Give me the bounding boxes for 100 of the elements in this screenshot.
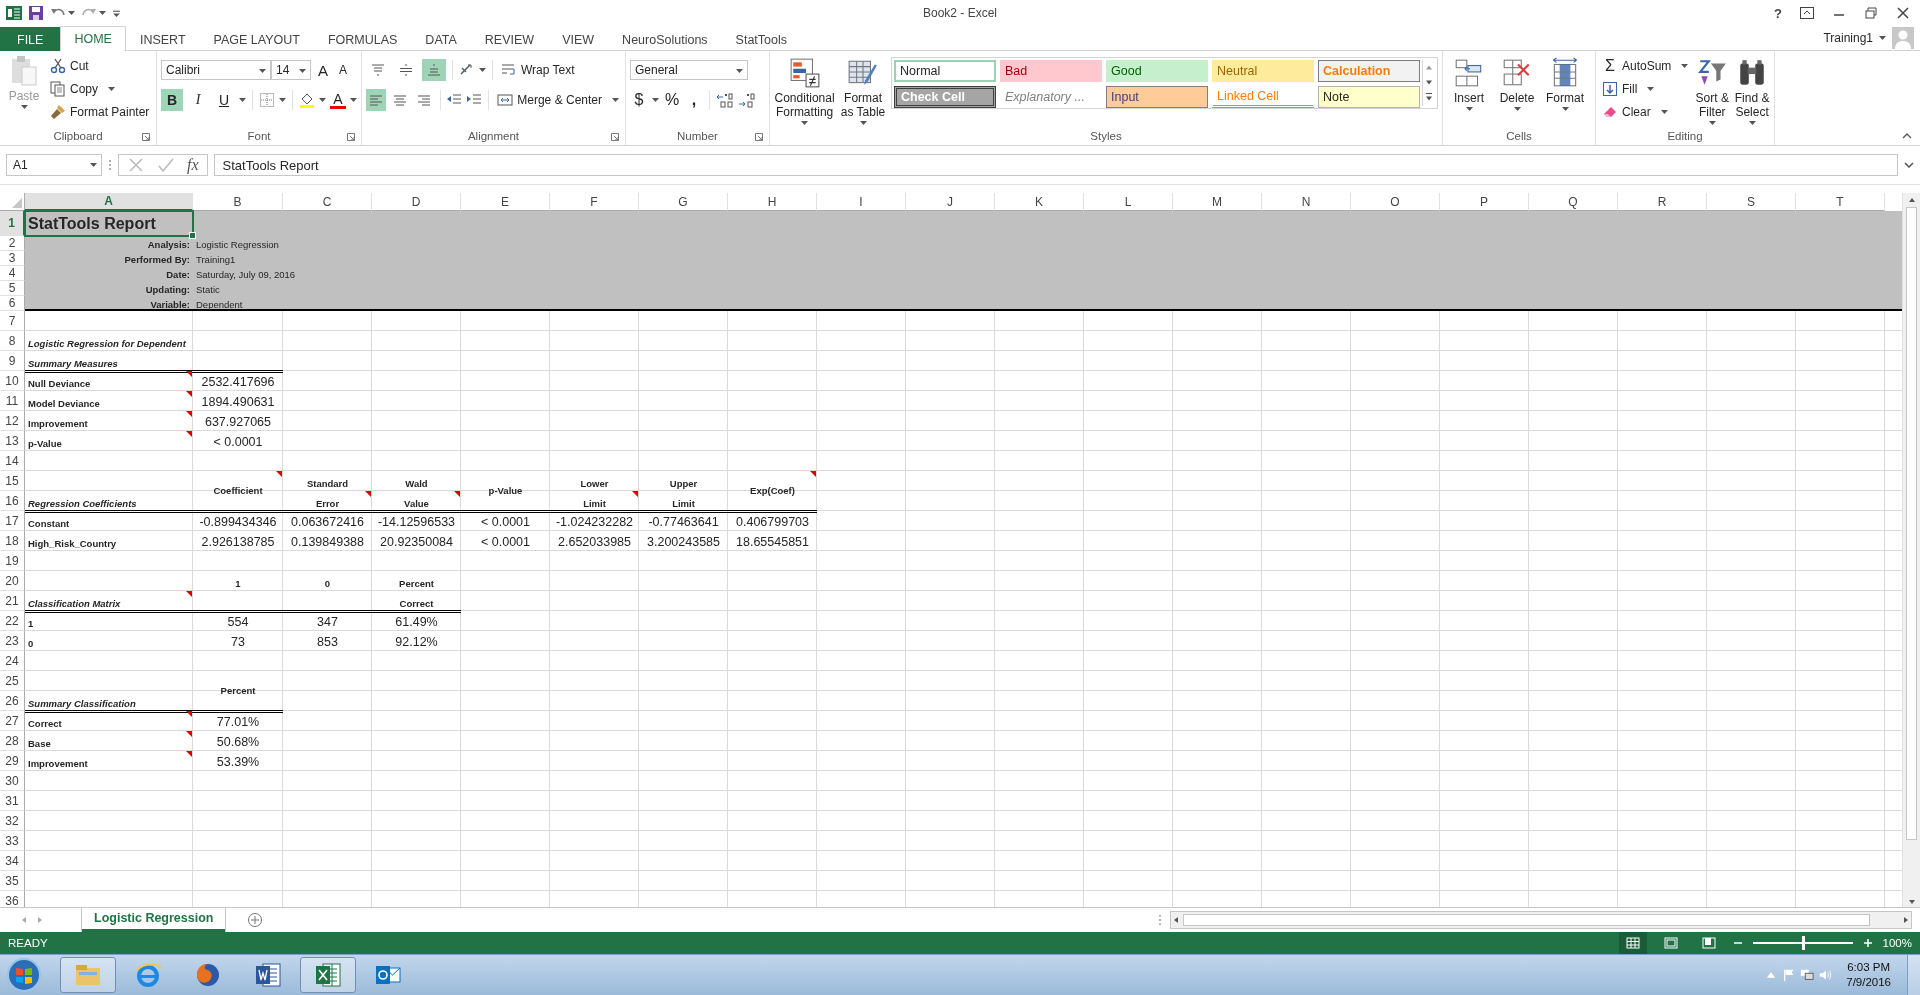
cell-style-option[interactable]: Input xyxy=(1106,86,1208,108)
column-header[interactable]: H xyxy=(728,193,817,211)
insert-cells-button[interactable]: Insert xyxy=(1447,55,1491,127)
row-header[interactable]: 5 xyxy=(0,281,25,296)
ribbon-tab[interactable]: DATA xyxy=(411,27,471,51)
row-header[interactable]: 15 xyxy=(0,471,25,491)
column-header[interactable]: K xyxy=(995,193,1084,211)
row-header[interactable]: 29 xyxy=(0,751,25,771)
number-format-field[interactable]: General xyxy=(630,60,748,80)
row-header[interactable]: 31 xyxy=(0,791,25,811)
user-name[interactable]: Training1 xyxy=(1823,31,1873,45)
insert-function-button[interactable]: fx xyxy=(187,156,199,174)
cut-button[interactable]: Cut xyxy=(48,55,152,76)
row-header[interactable]: 3 xyxy=(0,251,25,266)
column-header[interactable]: J xyxy=(906,193,995,211)
row-header[interactable]: 34 xyxy=(0,851,25,871)
slider-thumb[interactable] xyxy=(1801,936,1805,950)
conditional-formatting-button[interactable]: Conditional Formatting xyxy=(774,55,836,127)
ribbon-tab[interactable]: NeuroSolutions xyxy=(608,27,722,51)
row-header[interactable]: 35 xyxy=(0,871,25,891)
row-header[interactable]: 28 xyxy=(0,731,25,751)
sheet-tab[interactable]: Logistic Regression xyxy=(82,907,226,932)
formula-field[interactable]: StatTools Report xyxy=(213,154,1898,176)
column-header[interactable]: E xyxy=(461,193,550,211)
row-header[interactable]: 33 xyxy=(0,831,25,851)
name-box[interactable]: A1 xyxy=(6,154,102,176)
row-header[interactable]: 7 xyxy=(0,311,25,331)
row-header[interactable]: 25 xyxy=(0,671,25,691)
grow-font-button[interactable]: A xyxy=(315,59,331,81)
column-header[interactable]: I xyxy=(817,193,906,211)
row-header[interactable]: 22 xyxy=(0,611,25,631)
merge-center-button[interactable]: Merge & Center xyxy=(495,89,621,111)
column-header[interactable]: S xyxy=(1707,193,1796,211)
column-header[interactable]: D xyxy=(372,193,461,211)
row-header[interactable]: 4 xyxy=(0,266,25,281)
column-header[interactable]: L xyxy=(1084,193,1173,211)
row-header[interactable]: 8 xyxy=(0,331,25,351)
row-header[interactable]: 6 xyxy=(0,296,25,311)
horizontal-scrollbar[interactable] xyxy=(1170,911,1912,929)
scroll-thumb[interactable] xyxy=(1906,207,1917,840)
ribbon-tab[interactable]: StatTools xyxy=(721,27,801,51)
wrap-text-button[interactable]: Wrap Text xyxy=(499,59,577,81)
zoom-level[interactable]: 100% xyxy=(1882,937,1912,949)
increase-decimal-icon[interactable] xyxy=(716,92,734,108)
fill-color-icon[interactable] xyxy=(299,92,315,108)
font-size-field[interactable]: 14 xyxy=(271,60,311,80)
save-icon[interactable] xyxy=(28,5,44,21)
underline-button[interactable]: U xyxy=(213,89,235,111)
ribbon-tab[interactable]: VIEW xyxy=(548,27,609,51)
row-header[interactable]: 13 xyxy=(0,431,25,451)
row-header[interactable]: 11 xyxy=(0,391,25,411)
row-header[interactable]: 23 xyxy=(0,631,25,651)
ribbon-tab[interactable]: INSERT xyxy=(125,27,200,51)
row-header[interactable]: 27 xyxy=(0,711,25,731)
row-header[interactable]: 2 xyxy=(0,236,25,251)
column-header[interactable]: R xyxy=(1618,193,1707,211)
normal-view-button[interactable] xyxy=(1618,932,1647,954)
fill-button[interactable]: Fill xyxy=(1600,78,1691,99)
ribbon-tab[interactable]: REVIEW xyxy=(470,27,549,51)
dialog-launcher-icon[interactable] xyxy=(611,133,619,141)
clear-button[interactable]: Clear xyxy=(1600,101,1691,122)
restore-icon[interactable] xyxy=(1864,7,1878,19)
ribbon-tab[interactable]: PAGE LAYOUT xyxy=(199,27,314,51)
bold-button[interactable]: B xyxy=(161,89,183,111)
ribbon-tab[interactable]: FILE xyxy=(0,27,61,51)
vertical-scrollbar[interactable] xyxy=(1902,193,1920,907)
clock-date[interactable]: 7/9/2016 xyxy=(1846,975,1891,990)
decrease-decimal-icon[interactable] xyxy=(738,92,756,108)
row-header[interactable]: 32 xyxy=(0,811,25,831)
dialog-launcher-icon[interactable] xyxy=(142,133,150,141)
sort-filter-button[interactable]: Sort & Filter xyxy=(1694,55,1731,127)
cell-style-option[interactable]: Bad xyxy=(1000,60,1102,82)
next-sheet-icon[interactable] xyxy=(36,916,44,924)
previous-sheet-icon[interactable] xyxy=(20,916,28,924)
row-header[interactable]: 16 xyxy=(0,491,25,511)
row-header[interactable]: 12 xyxy=(0,411,25,431)
scroll-thumb[interactable] xyxy=(1183,914,1871,926)
autosum-button[interactable]: Σ AutoSum xyxy=(1600,55,1691,76)
currency-button[interactable]: $ xyxy=(630,89,648,111)
network-icon[interactable] xyxy=(1800,968,1815,982)
splitter-handle-icon[interactable] xyxy=(1158,914,1162,926)
taskbar-explorer-button[interactable] xyxy=(60,957,116,993)
zoom-in-icon[interactable] xyxy=(1862,938,1873,948)
font-name-field[interactable]: Calibri xyxy=(161,60,271,80)
cell-style-option[interactable]: Note xyxy=(1318,86,1420,108)
row-header[interactable]: 24 xyxy=(0,651,25,671)
cell-style-option[interactable]: Normal xyxy=(894,60,996,82)
font-color-button[interactable]: A xyxy=(330,91,346,109)
taskbar-excel-button[interactable] xyxy=(300,957,356,993)
comma-style-button[interactable]: , xyxy=(685,89,703,111)
percent-button[interactable]: % xyxy=(663,89,681,111)
copy-button[interactable]: Copy xyxy=(48,78,152,99)
row-header[interactable]: 9 xyxy=(0,351,25,371)
row-header[interactable]: 19 xyxy=(0,551,25,571)
shrink-font-button[interactable]: A xyxy=(335,59,351,81)
help-button[interactable]: ? xyxy=(1774,5,1782,21)
column-header[interactable]: N xyxy=(1262,193,1351,211)
format-as-table-button[interactable]: Format as Table xyxy=(839,55,887,127)
row-header[interactable]: 18 xyxy=(0,531,25,551)
expand-formula-bar-icon[interactable] xyxy=(1904,162,1914,168)
